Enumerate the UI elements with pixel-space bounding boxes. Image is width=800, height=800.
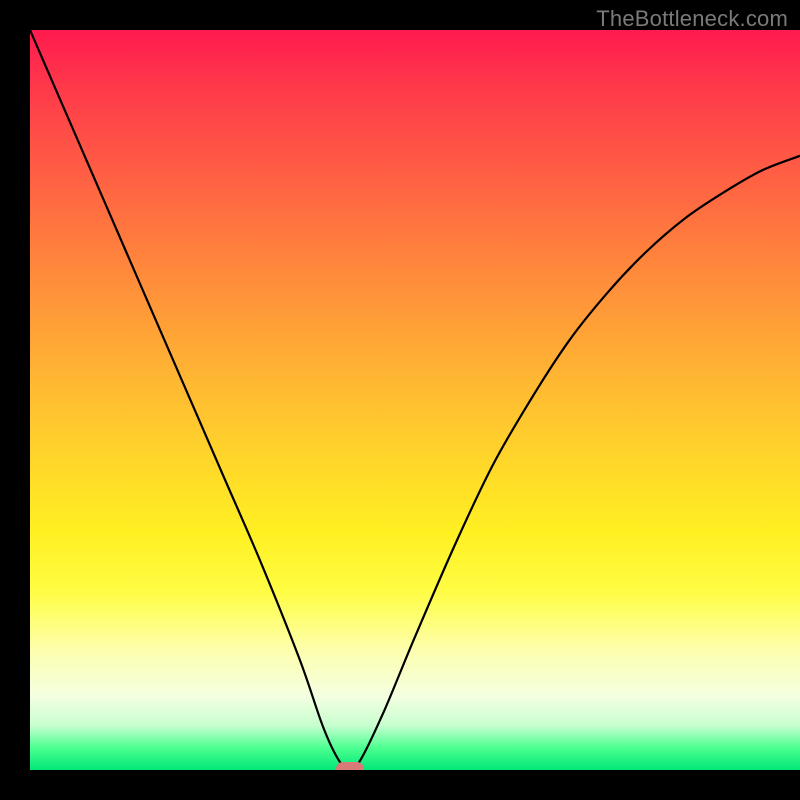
plot-area [30, 30, 800, 770]
optimum-marker [336, 762, 364, 770]
curve-path [30, 30, 800, 770]
bottleneck-curve [30, 30, 800, 770]
watermark-text: TheBottleneck.com [596, 6, 788, 32]
